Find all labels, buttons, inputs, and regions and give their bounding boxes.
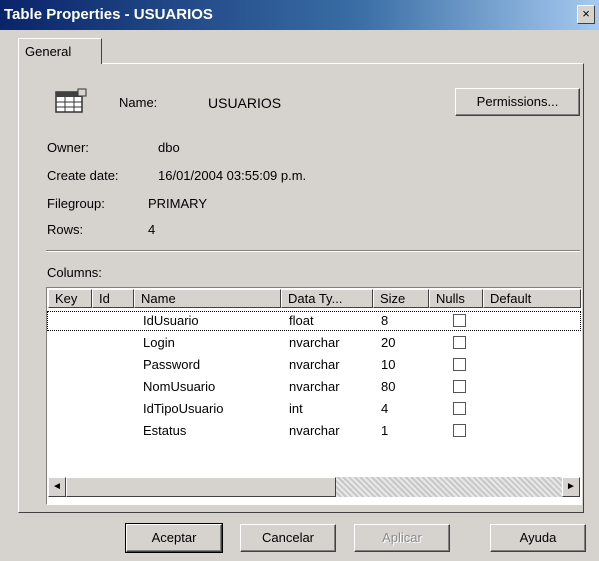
column-type: nvarchar	[289, 357, 340, 372]
column-type: float	[289, 313, 314, 328]
ok-button[interactable]: Aceptar	[125, 523, 223, 553]
column-size: 80	[381, 379, 396, 394]
scroll-thumb[interactable]	[66, 477, 336, 497]
table-name-value: USUARIOS	[208, 95, 282, 111]
window-title: Table Properties - USUARIOS	[4, 6, 213, 23]
close-icon: ×	[582, 6, 590, 21]
arrow-right-icon: ►	[566, 481, 576, 492]
column-name: NomUsuario	[143, 379, 216, 394]
column-size: 20	[381, 335, 396, 350]
col-header-default[interactable]: Default	[483, 289, 581, 308]
col-header-data-type[interactable]: Data Ty...	[281, 289, 373, 308]
col-header-nulls[interactable]: Nulls	[429, 289, 483, 308]
col-header-key[interactable]: Key	[48, 289, 92, 308]
nulls-checkbox[interactable]	[453, 358, 466, 371]
table-row[interactable]: NomUsuario nvarchar 80	[47, 377, 581, 397]
filegroup-value: PRIMARY	[148, 196, 207, 211]
create-date-label: Create date:	[47, 168, 119, 183]
separator	[46, 250, 580, 252]
col-header-id[interactable]: Id	[92, 289, 134, 308]
table-row[interactable]: Login nvarchar 20	[47, 333, 581, 353]
column-size: 8	[381, 313, 389, 328]
column-size: 10	[381, 357, 396, 372]
col-header-name[interactable]: Name	[134, 289, 281, 308]
column-name: Estatus	[143, 423, 187, 438]
nulls-checkbox[interactable]	[453, 402, 466, 415]
column-name: IdUsuario	[143, 313, 199, 328]
scroll-left-button[interactable]: ◄	[48, 477, 66, 497]
horizontal-scrollbar[interactable]: ◄ ►	[48, 477, 580, 497]
nulls-checkbox[interactable]	[453, 336, 466, 349]
table-row[interactable]: IdTipoUsuario int 4	[47, 399, 581, 419]
filegroup-label: Filegroup:	[47, 196, 105, 211]
scroll-right-button[interactable]: ►	[562, 477, 580, 497]
apply-button[interactable]: Aplicar	[354, 524, 450, 552]
column-size: 1	[381, 423, 389, 438]
cancel-button[interactable]: Cancelar	[240, 524, 336, 552]
create-date-value: 16/01/2004 03:55:09 p.m.	[158, 168, 307, 183]
column-type: nvarchar	[289, 335, 340, 350]
column-name: Password	[143, 357, 201, 372]
help-button[interactable]: Ayuda	[490, 524, 586, 552]
column-name: Login	[143, 335, 175, 350]
rows-label: Rows:	[47, 222, 84, 237]
owner-label: Owner:	[47, 140, 89, 155]
column-name: IdTipoUsuario	[143, 401, 224, 416]
column-type: int	[289, 401, 303, 416]
nulls-checkbox[interactable]	[453, 314, 466, 327]
column-type: nvarchar	[289, 379, 340, 394]
nulls-checkbox[interactable]	[453, 380, 466, 393]
column-type: nvarchar	[289, 423, 340, 438]
title-bar: Table Properties - USUARIOS ×	[0, 0, 599, 30]
tab-general-label: General	[25, 44, 72, 59]
table-row[interactable]: Estatus nvarchar 1	[47, 421, 581, 441]
table-row[interactable]: IdUsuario float 8	[47, 311, 581, 331]
col-header-size[interactable]: Size	[373, 289, 429, 308]
columns-grid[interactable]: Key Id Name Data Ty... Size Nulls Defaul…	[46, 287, 582, 505]
column-size: 4	[381, 401, 389, 416]
name-label: Name:	[119, 95, 158, 110]
arrow-left-icon: ◄	[52, 481, 62, 492]
permissions-button[interactable]: Permissions...	[455, 88, 580, 116]
table-row[interactable]: Password nvarchar 10	[47, 355, 581, 375]
owner-value: dbo	[158, 140, 180, 155]
table-icon	[55, 88, 87, 113]
columns-label: Columns:	[47, 265, 102, 280]
close-button[interactable]: ×	[577, 5, 595, 24]
nulls-checkbox[interactable]	[453, 424, 466, 437]
rows-value: 4	[148, 222, 156, 237]
tab-general[interactable]: General	[18, 38, 102, 64]
